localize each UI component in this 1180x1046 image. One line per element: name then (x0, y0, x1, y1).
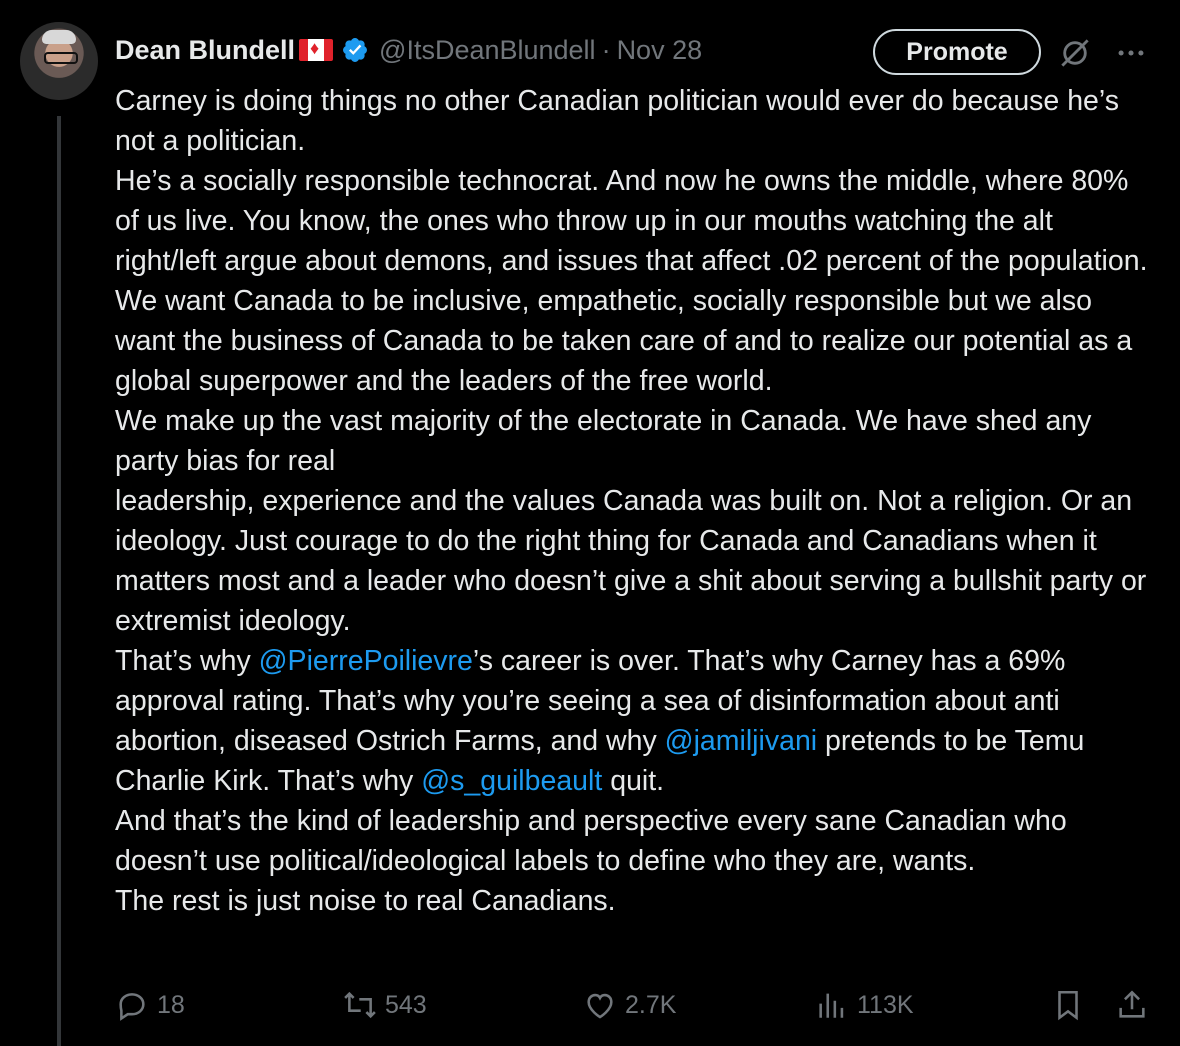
mention-link[interactable]: @jamiljivani (665, 725, 817, 757)
tweet-text: Carney is doing things no other Canadian… (115, 81, 1160, 921)
action-bar: 18 543 2.7K 113K (115, 984, 1155, 1026)
tweet-paragraph: The rest is just noise to real Canadians… (115, 881, 1160, 921)
tweet-paragraph: We want Canada to be inclusive, empathet… (115, 281, 1160, 401)
tweet-text-segment: The rest is just noise to real Canadians… (115, 885, 616, 917)
promote-button[interactable]: Promote (873, 29, 1041, 75)
tweet-paragraph: Carney is doing things no other Canadian… (115, 81, 1160, 161)
author-name[interactable]: Dean Blundell (115, 35, 295, 66)
tweet-paragraph: We make up the vast majority of the elec… (115, 401, 1160, 481)
post-date[interactable]: Nov 28 (617, 35, 703, 66)
reply-button[interactable]: 18 (115, 984, 185, 1026)
author-handle[interactable]: @ItsDeanBlundell (379, 35, 596, 66)
tweet-text-segment: He’s a socially responsible technocrat. … (115, 165, 1148, 277)
views-count: 113K (857, 990, 914, 1019)
tweet-text-segment: We want Canada to be inclusive, empathet… (115, 285, 1133, 397)
tweet-paragraph: leadership, experience and the values Ca… (115, 481, 1160, 641)
grok-icon[interactable] (1056, 34, 1094, 72)
flag-canada-icon (299, 38, 334, 61)
repost-button[interactable]: 543 (343, 984, 427, 1026)
share-icon (1119, 990, 1145, 1018)
tweet-text-segment: quit. (602, 765, 665, 797)
separator-dot: · (601, 34, 611, 65)
tweet-paragraph: And that’s the kind of leadership and pe… (115, 801, 1160, 881)
verified-badge-icon[interactable] (341, 36, 369, 64)
tweet-header: Dean Blundell @ItsDeanBlundell · Nov 28 (115, 30, 702, 70)
avatar[interactable] (20, 22, 98, 100)
reply-count: 18 (157, 990, 185, 1019)
like-count: 2.7K (625, 990, 677, 1019)
tweet-paragraph: He’s a socially responsible technocrat. … (115, 161, 1160, 281)
bookmark-icon (1058, 990, 1078, 1021)
mention-link[interactable]: @PierrePoilievre (259, 645, 473, 677)
like-button[interactable]: 2.7K (583, 984, 676, 1026)
reply-icon (119, 993, 145, 1021)
mention-link[interactable]: @s_guilbeault (421, 765, 602, 797)
tweet-text-segment: We make up the vast majority of the elec… (115, 405, 1092, 477)
thread-line (57, 116, 61, 1046)
repost-count: 543 (385, 990, 427, 1019)
tweet-text-segment: leadership, experience and the values Ca… (115, 485, 1147, 637)
bookmark-button[interactable] (1051, 984, 1093, 1026)
share-button[interactable] (1115, 984, 1157, 1026)
like-icon (587, 993, 613, 1019)
tweet-text-segment: Carney is doing things no other Canadian… (115, 85, 1119, 157)
tweet-text-segment: That’s why (115, 645, 259, 677)
repost-icon (344, 991, 376, 1019)
more-icon[interactable] (1114, 36, 1148, 70)
tweet-paragraph: That’s why @PierrePoilievre’s career is … (115, 641, 1160, 801)
views-button[interactable]: 113K (815, 984, 914, 1026)
tweet-text-segment: And that’s the kind of leadership and pe… (115, 805, 1067, 877)
views-icon (819, 993, 844, 1018)
